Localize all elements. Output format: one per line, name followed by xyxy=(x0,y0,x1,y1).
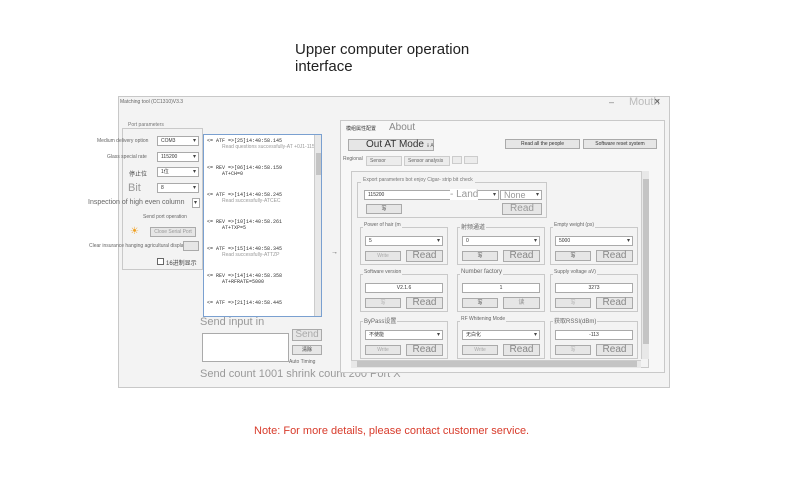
regional-label: Regional xyxy=(343,156,363,162)
close-button[interactable]: × xyxy=(654,96,660,108)
minimize-button[interactable]: – xyxy=(609,97,614,107)
customer-service-note: Note: For more details, please contact c… xyxy=(254,425,530,437)
params-vscrollbar[interactable] xyxy=(641,171,649,359)
receive-log[interactable]: <= ATF =>[25]14:40:58.145 Read questions… xyxy=(203,134,322,317)
export-baud-select[interactable]: 115200 xyxy=(364,190,499,200)
param-read-button[interactable]: Read xyxy=(503,250,540,262)
subtab-3[interactable] xyxy=(452,156,462,164)
send-button[interactable]: Send xyxy=(292,329,322,341)
param-group-title: Empty weight (ps) xyxy=(553,222,596,228)
export-read-button[interactable]: Read xyxy=(502,203,542,215)
software-reset-button[interactable]: Software reset system xyxy=(583,139,657,149)
read-all-button[interactable]: Read all the people xyxy=(505,139,580,149)
close-serial-port-button[interactable]: Close Serial Port xyxy=(150,227,196,237)
param-write-button[interactable]: 写 xyxy=(555,345,591,355)
inspection-label: Inspection of high even column xyxy=(88,199,185,206)
send-clear-button[interactable]: 清除 xyxy=(292,345,322,355)
stop-bit-label: 停止位 xyxy=(129,172,148,178)
port-select[interactable]: COM3 xyxy=(157,136,199,146)
port-params-title: Port parameters xyxy=(126,122,166,128)
param-write-button[interactable]: 写 xyxy=(462,298,498,308)
arrow-right-icon: → xyxy=(331,249,338,256)
param-value[interactable]: V2.1.6 xyxy=(365,283,443,293)
send-serial-label: Send port operation xyxy=(143,214,187,220)
hex-display-checkbox[interactable] xyxy=(157,258,164,265)
log-subline: Read questions successfully-AT +0J1-1152… xyxy=(222,144,322,150)
export-group-title: Export parameters bot enjoy Cigar- strip… xyxy=(361,177,475,183)
check-select[interactable]: None xyxy=(500,190,542,200)
param-value[interactable]: 0 xyxy=(462,236,540,246)
param-value[interactable]: 5000 xyxy=(555,236,633,246)
subtab-sensor[interactable]: Sensor xyxy=(366,156,402,166)
param-write-button[interactable]: 写 xyxy=(365,298,401,308)
param-write-button[interactable]: Write xyxy=(365,345,401,355)
auto-timing-label: Auto Timing xyxy=(289,359,316,365)
param-group-title: Supply voltage aV) xyxy=(553,269,597,275)
param-write-button[interactable]: 写 xyxy=(555,251,591,261)
param-value[interactable]: 3273 xyxy=(555,283,633,293)
param-group-title: 获取RSSI(dBm) xyxy=(553,316,598,325)
log-scrollbar[interactable] xyxy=(314,135,321,316)
param-read-button[interactable]: Read xyxy=(406,297,443,309)
page-heading: Upper computer operation interface xyxy=(295,41,469,75)
param-value[interactable]: 1 xyxy=(462,283,540,293)
sun-icon: ☀ xyxy=(130,226,139,237)
param-value[interactable]: 无白化 xyxy=(462,330,540,340)
param-read-button[interactable]: 读 xyxy=(503,297,540,309)
param-group-title: 射频通道 xyxy=(460,222,487,231)
param-read-button[interactable]: Read xyxy=(503,344,540,356)
out-at-suffix: ⅱ A xyxy=(427,143,434,149)
hex-display-label: 16进制显示 xyxy=(166,261,197,267)
params-hscroll-thumb[interactable] xyxy=(357,361,637,367)
param-read-button[interactable]: Read xyxy=(596,297,633,309)
clear-insurance-label: Clear insurance hanging agricultural dis… xyxy=(89,243,186,249)
land-select-text: - Land xyxy=(450,189,479,200)
tab-module-config[interactable]: 模组属性配置 xyxy=(346,125,376,132)
baud-select[interactable]: 115200 xyxy=(157,152,199,162)
param-value[interactable]: -113 xyxy=(555,330,633,340)
params-vscroll-thumb[interactable] xyxy=(643,179,649,344)
param-value[interactable]: 不使能 xyxy=(365,330,443,340)
heading-line-1: Upper computer operation xyxy=(295,41,470,58)
param-group-title: Software version xyxy=(363,269,403,275)
data-bits-select[interactable]: 8 xyxy=(157,183,199,193)
param-read-button[interactable]: Read xyxy=(406,250,443,262)
param-write-button[interactable]: 写 xyxy=(462,251,498,261)
log-scroll-thumb[interactable] xyxy=(316,153,321,175)
param-write-button[interactable]: 写 xyxy=(555,298,591,308)
clear-display-button[interactable] xyxy=(183,241,199,251)
param-read-button[interactable]: Read xyxy=(596,250,633,262)
send-input[interactable] xyxy=(202,333,289,362)
param-group-title: ByPass设置 xyxy=(363,316,398,325)
param-read-button[interactable]: Read xyxy=(406,344,443,356)
param-group-title: Number factory xyxy=(460,269,504,275)
parity-select[interactable] xyxy=(192,198,200,208)
glass-special-label: Glass special rate xyxy=(107,154,147,160)
out-at-mode-button[interactable]: Out AT Mode xyxy=(348,139,434,151)
param-group-title: RF Whitening Mode xyxy=(460,316,507,322)
param-read-button[interactable]: Read xyxy=(596,344,633,356)
stop-bit-select[interactable]: 1位 xyxy=(157,167,199,177)
subtab-4[interactable] xyxy=(464,156,478,164)
param-write-button[interactable]: Write xyxy=(365,251,401,261)
subtab-sensor-analysis[interactable]: Sensor analysis xyxy=(404,156,450,166)
tab-about[interactable]: About xyxy=(389,122,415,133)
bit-label: Bit xyxy=(128,182,141,194)
params-hscrollbar[interactable] xyxy=(351,360,641,368)
param-write-button[interactable]: Write xyxy=(462,345,498,355)
log-line: <= ATF =>[21]14:40:58.445 xyxy=(207,300,283,306)
param-value[interactable]: 5 xyxy=(365,236,443,246)
send-input-label: Send input in xyxy=(200,316,265,328)
window-title: Matching tool (CC1310)V3.3 xyxy=(120,99,184,105)
param-group-title: Power of hair (m xyxy=(363,222,402,228)
medium-delivery-label: Medium delivery option xyxy=(97,138,149,144)
export-write-button[interactable]: 写 xyxy=(366,204,402,214)
heading-line-2: interface xyxy=(295,58,353,75)
